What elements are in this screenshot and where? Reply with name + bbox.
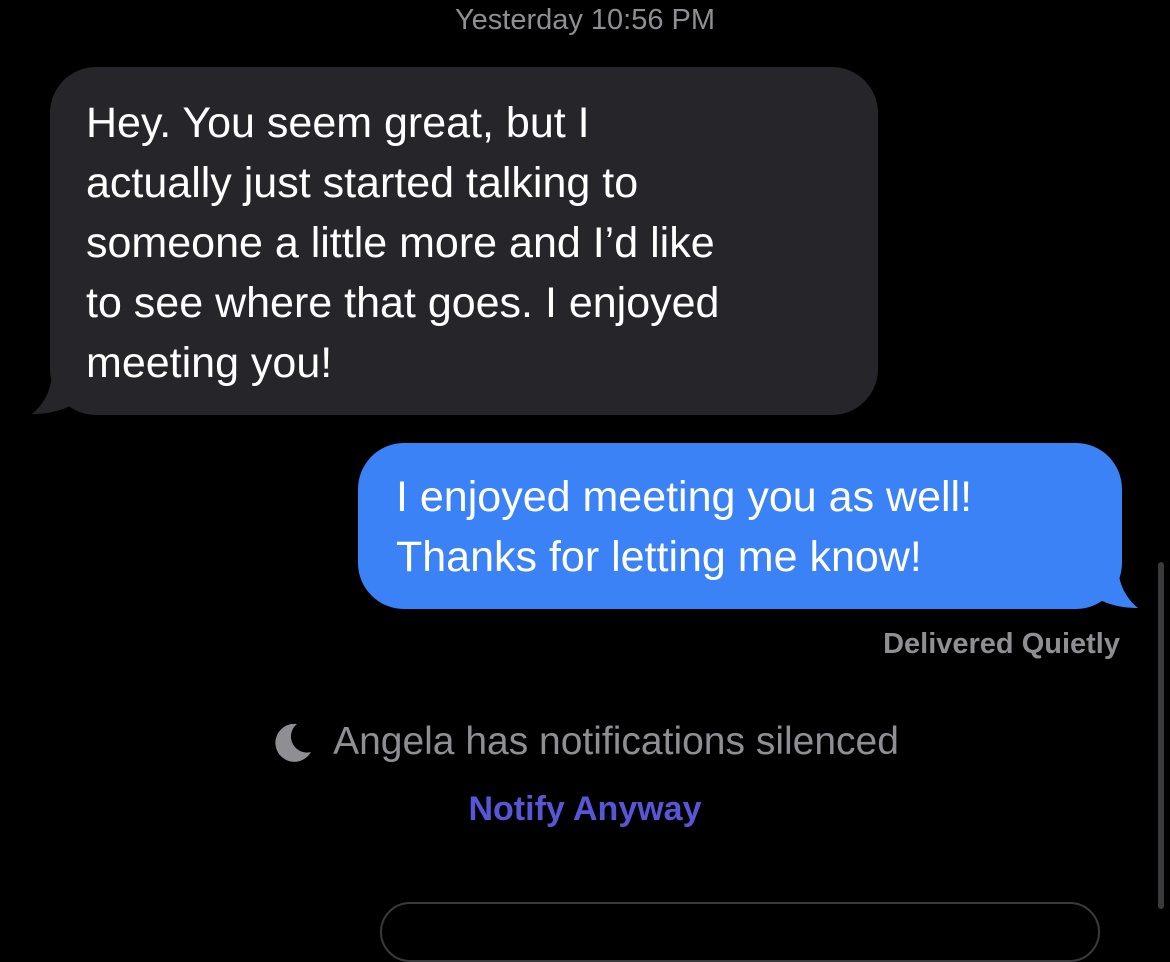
focus-notice-text: Angela has notifications silenced: [333, 720, 899, 763]
message-timestamp: Yesterday 10:56 PM: [454, 4, 716, 36]
notify-anyway-button[interactable]: Notify Anyway: [0, 786, 1170, 832]
focus-notice: Angela has notifications silenced: [0, 717, 1170, 767]
message-input-field[interactable]: [380, 902, 1100, 962]
delivery-status: Delivered Quietly: [883, 628, 1120, 660]
incoming-message-bubble[interactable]: Hey. You seem great, but I actually just…: [50, 67, 878, 415]
moon-icon: [271, 720, 315, 764]
outgoing-message-bubble[interactable]: I enjoyed meeting you as well! Thanks fo…: [358, 443, 1122, 609]
incoming-message-line: meeting you!: [86, 339, 333, 387]
scrollbar[interactable]: [1158, 562, 1164, 909]
incoming-message-line: someone a little more and I’d like: [86, 219, 715, 267]
incoming-message-line: actually just started talking to: [86, 159, 639, 207]
outgoing-message-line: I enjoyed meeting you as well!: [396, 473, 973, 521]
incoming-message-line: Hey. You seem great, but I: [86, 99, 590, 147]
outgoing-message-line: Thanks for letting me know!: [396, 533, 922, 581]
incoming-message-line: to see where that goes. I enjoyed: [86, 279, 720, 327]
